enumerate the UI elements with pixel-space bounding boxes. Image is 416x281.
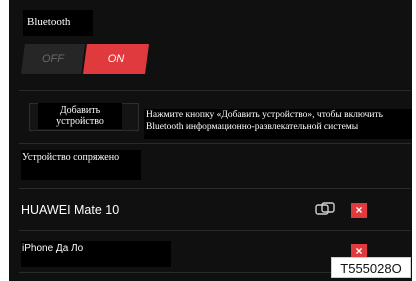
bluetooth-title: Bluetooth [23,10,93,36]
delete-device-button[interactable]: × [351,203,367,218]
divider [19,90,411,91]
paired-devices-heading: Устройство сопряжено [21,150,141,180]
hint-line-2: Bluetooth информационно-развлекательной … [146,122,359,132]
link-icon[interactable] [314,201,336,217]
add-device-button-label: Добавить устройство [38,103,122,129]
device-name-huawei[interactable]: HUAWEI Mate 10 [21,203,119,217]
figure-code-label: T555028O [331,257,411,278]
add-device-hint: Нажмите кнопку «Добавить устройство», чт… [144,109,412,139]
bluetooth-toggle[interactable]: OFF ON [21,44,149,74]
toggle-on-option[interactable]: ON [83,44,149,74]
hint-line-1: Нажмите кнопку «Добавить устройство», чт… [146,110,384,120]
divider [19,230,411,231]
bluetooth-settings-screen: Bluetooth OFF ON Добавить устройство Наж… [9,0,412,281]
device-name-iphone[interactable]: iPhone Да Ло [21,241,171,267]
divider [19,143,411,144]
divider [19,188,411,189]
toggle-off-option[interactable]: OFF [21,44,85,74]
